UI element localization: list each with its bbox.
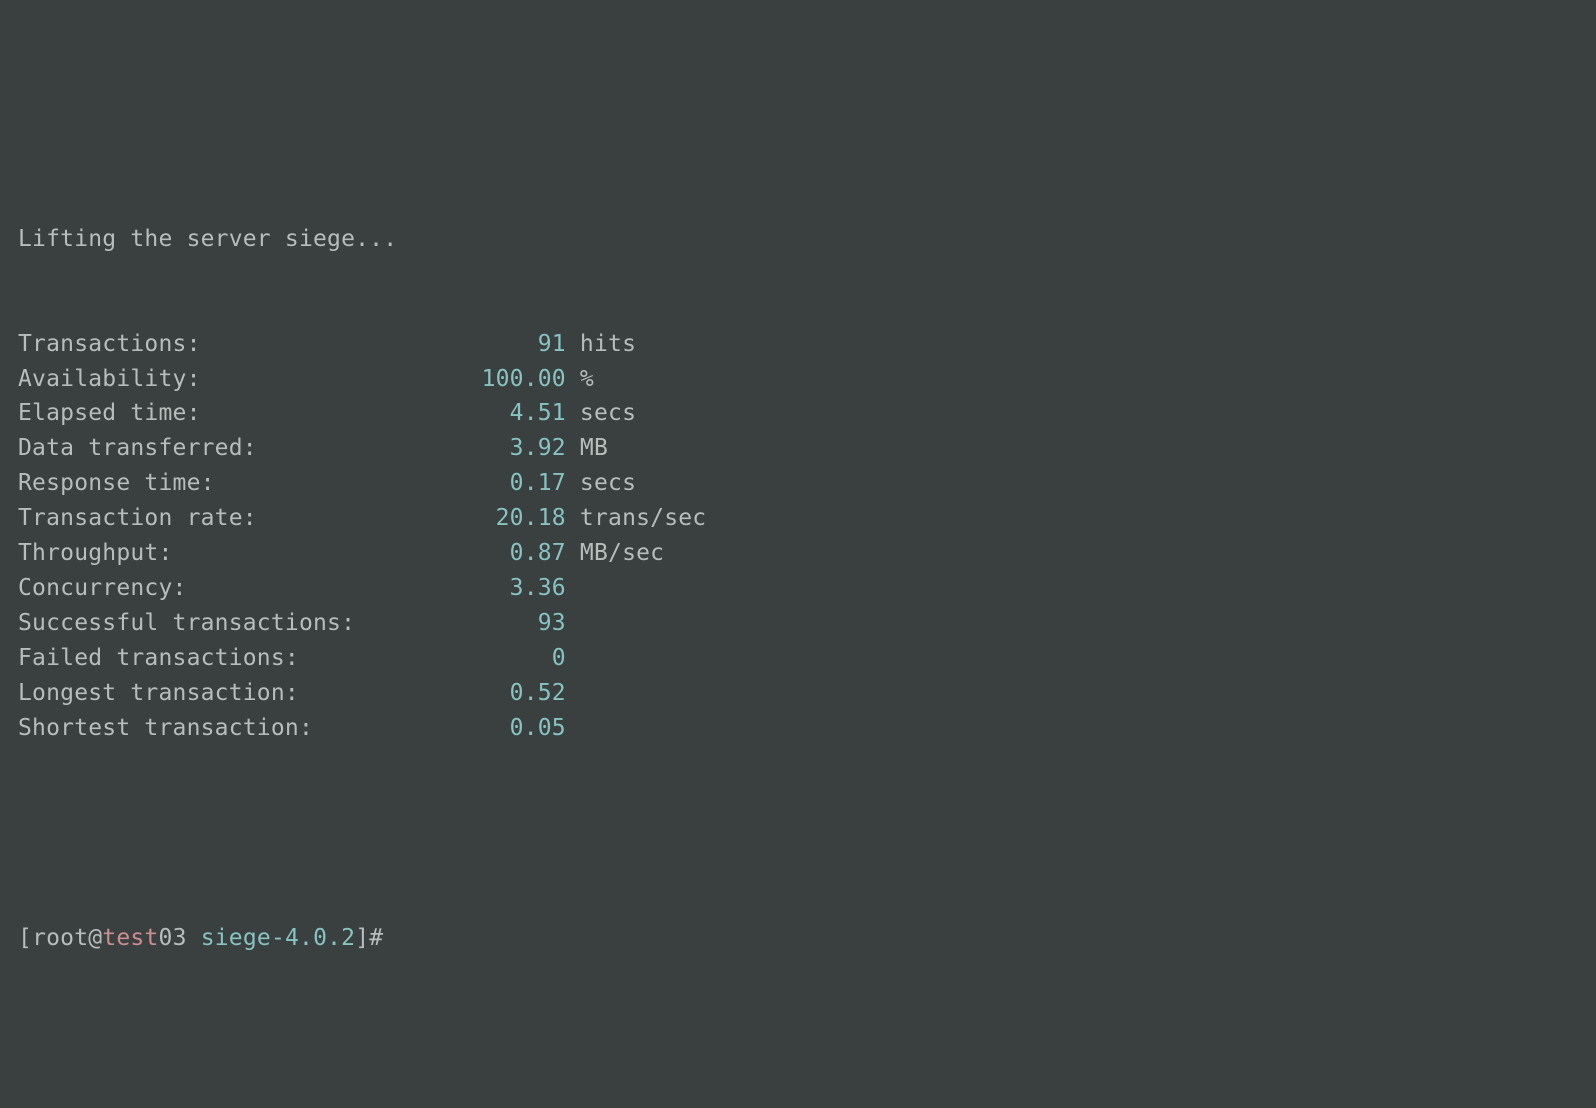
stat-value: 0 (355, 645, 566, 671)
stat-value: 0.87 (355, 540, 566, 566)
stat-row: Failed transactions: 0 (18, 641, 1578, 676)
stat-value: 3.36 (355, 575, 566, 601)
stat-value: 100.00 (355, 366, 566, 392)
header-text: Lifting the server siege... (18, 226, 397, 252)
stat-row: Response time: 0.17 secs (18, 466, 1578, 501)
prompt-dir: siege-4.0.2 (201, 925, 356, 951)
stat-row: Elapsed time: 4.51 secs (18, 396, 1578, 431)
prompt-hash: # (369, 925, 383, 951)
stat-label: Availability: (18, 366, 355, 392)
stat-row: Availability: 100.00 % (18, 362, 1578, 397)
prompt-close-bracket: ] (355, 925, 369, 951)
prompt-hostnum: 03 (159, 925, 187, 951)
stat-value: 0.05 (355, 715, 566, 741)
shell-prompt[interactable]: [root@test03 siege-4.0.2]# (18, 921, 1578, 956)
stat-label: Transaction rate: (18, 505, 355, 531)
terminal-output: Lifting the server siege... Transactions… (18, 152, 1578, 991)
stat-label: Failed transactions: (18, 645, 355, 671)
prompt-at: @ (88, 925, 102, 951)
stat-row: Longest transaction: 0.52 (18, 676, 1578, 711)
stat-row: Shortest transaction: 0.05 (18, 711, 1578, 746)
stat-label: Transactions: (18, 331, 355, 357)
stat-label: Longest transaction: (18, 680, 355, 706)
stat-value: 20.18 (355, 505, 566, 531)
siege-header: Lifting the server siege... (18, 222, 1578, 257)
prompt-user: root (32, 925, 88, 951)
stat-value: 0.52 (355, 680, 566, 706)
stat-row: Transaction rate: 20.18 trans/sec (18, 501, 1578, 536)
prompt-open-bracket: [ (18, 925, 32, 951)
stat-unit: secs (580, 400, 636, 426)
stat-label: Concurrency: (18, 575, 355, 601)
stat-unit: trans/sec (580, 505, 706, 531)
blank-line (18, 816, 1578, 851)
stat-row: Data transferred: 3.92 MB (18, 431, 1578, 466)
stat-label: Shortest transaction: (18, 715, 355, 741)
stat-label: Successful transactions: (18, 610, 355, 636)
stat-value: 4.51 (355, 400, 566, 426)
stat-unit: MB/sec (580, 540, 664, 566)
stat-label: Response time: (18, 470, 355, 496)
stat-row: Concurrency: 3.36 (18, 571, 1578, 606)
stat-unit: % (580, 366, 594, 392)
stat-label: Data transferred: (18, 435, 355, 461)
stat-row: Successful transactions: 93 (18, 606, 1578, 641)
stat-row: Transactions: 91 hits (18, 327, 1578, 362)
siege-stats-block: Transactions: 91 hitsAvailability: 100.0… (18, 327, 1578, 746)
stat-value: 93 (355, 610, 566, 636)
stat-value: 3.92 (355, 435, 566, 461)
stat-unit: MB (580, 435, 608, 461)
stat-value: 91 (355, 331, 566, 357)
prompt-host: test (102, 925, 158, 951)
stat-unit: hits (580, 331, 636, 357)
stat-unit: secs (580, 470, 636, 496)
stat-label: Throughput: (18, 540, 355, 566)
stat-label: Elapsed time: (18, 400, 355, 426)
stat-value: 0.17 (355, 470, 566, 496)
